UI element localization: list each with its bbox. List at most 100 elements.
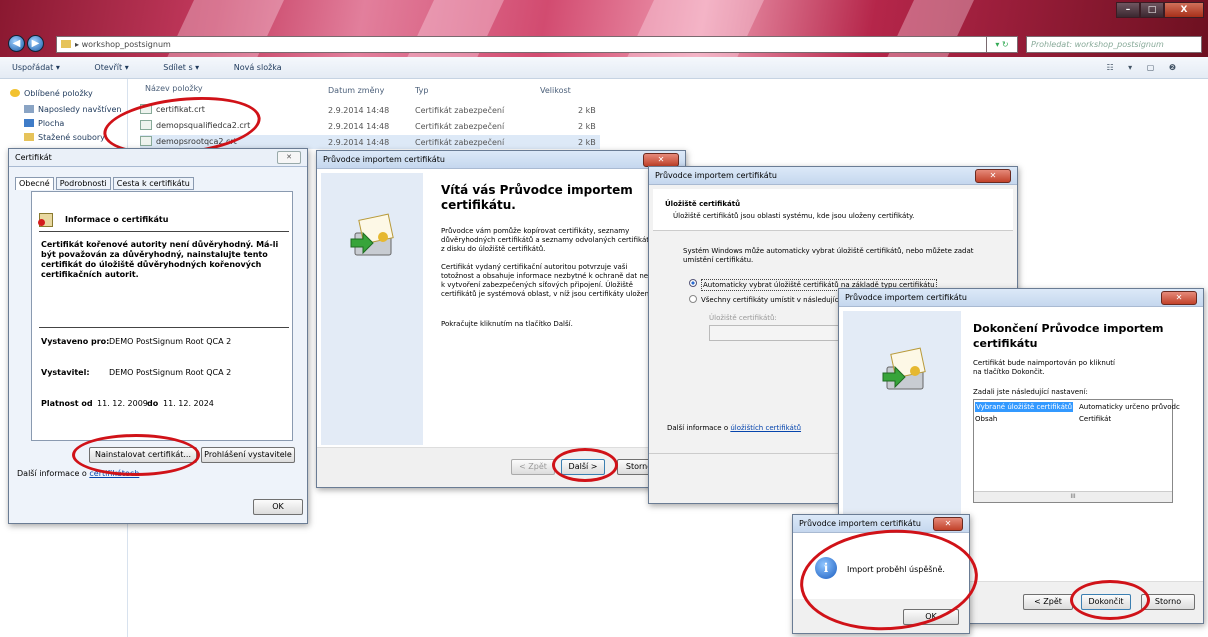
certificate-import-icon [882, 347, 926, 390]
nav-buttons: ◀ ▶ [8, 35, 44, 52]
file-date: 2.9.2014 14:48 [328, 106, 390, 115]
cancel-button[interactable]: Storno [1141, 594, 1195, 610]
dialog-titlebar: Průvodce importem certifikátu ✕ [839, 289, 1203, 307]
settings-key: Vybrané úložiště certifikátů [975, 402, 1074, 412]
refresh-icon[interactable]: ▾ ↻ [986, 36, 1018, 53]
valid-from-value: 11. 12. 2009 [97, 399, 148, 408]
file-size: 2 kB [578, 122, 596, 131]
divider [39, 231, 289, 232]
close-icon[interactable]: ✕ [1161, 291, 1197, 305]
stores-link[interactable]: úložištích certifikátů [730, 424, 801, 432]
address-bar[interactable]: ▸ workshop_postsignum [56, 36, 1016, 53]
back-button[interactable]: < Zpět [511, 459, 555, 475]
ok-button[interactable]: OK [253, 499, 303, 515]
sidebar-item-downloads[interactable]: Stažené soubory [24, 133, 105, 142]
wizard-paragraph-1: Průvodce vám pomůže kopírovat certifikát… [441, 227, 654, 253]
command-toolbar: Uspořádat ▾ Otevřít ▾ Sdílet s ▾ Nová sl… [0, 57, 1208, 79]
dialog-titlebar: Průvodce importem certifikátu ✕ [793, 515, 969, 533]
star-icon [10, 89, 20, 97]
file-size: 2 kB [578, 106, 596, 115]
next-button[interactable]: Další > [561, 459, 605, 475]
issued-to-label: Vystaveno pro: [41, 337, 110, 346]
column-header-date[interactable]: Datum změny [328, 86, 384, 95]
close-window-button[interactable]: X [1164, 2, 1204, 18]
cert-warning-text: Certifikát kořenové autority není důvěry… [41, 240, 279, 279]
close-icon[interactable]: ✕ [643, 153, 679, 167]
open-button[interactable]: Otevřít ▾ [94, 63, 128, 72]
ok-button[interactable]: OK [903, 609, 959, 625]
success-message: Import proběhl úspěšně. [847, 565, 945, 574]
certificate-warning-icon [38, 213, 53, 227]
breadcrumb-path[interactable]: workshop_postsignum [82, 40, 171, 49]
minimize-button[interactable]: – [1116, 2, 1140, 18]
wizard-heading: Vítá vás Průvodce importem certifikátu. [441, 183, 633, 212]
back-arrow-icon[interactable]: ◀ [8, 35, 25, 52]
file-date: 2.9.2014 14:48 [328, 138, 390, 147]
wizard-paragraph-3: Pokračujte kliknutím na tlačítko Další. [441, 320, 573, 328]
import-success-dialog: Průvodce importem certifikátu ✕ i Import … [792, 514, 970, 634]
option-manual-store[interactable]: Všechny certifikáty umístit v následujíc… [701, 295, 840, 305]
close-icon[interactable]: ✕ [933, 517, 963, 531]
store-input[interactable] [709, 325, 849, 341]
install-certificate-button[interactable]: Nainstalovat certifikát... [89, 447, 197, 463]
certificates-link[interactable]: certifikátech [89, 469, 139, 478]
info-icon: i [815, 557, 837, 579]
file-type: Certifikát zabezpečení [415, 138, 505, 147]
wizard-heading: Dokončení Průvodce importem certifikátu [973, 322, 1164, 350]
dialog-titlebar: Průvodce importem certifikátu ✕ [649, 167, 1017, 185]
horizontal-scrollbar[interactable]: III [974, 491, 1172, 502]
tab-details[interactable]: Podrobnosti [55, 177, 111, 190]
certificate-import-icon [350, 213, 394, 256]
dialog-titlebar: Certifikát ✕ [9, 149, 307, 167]
issued-to-value: DEMO PostSignum Root QCA 2 [109, 337, 232, 346]
sidebar-item-favorites[interactable]: Oblíbené položky [10, 89, 93, 98]
organize-button[interactable]: Uspořádat ▾ [12, 63, 60, 72]
view-options-icon[interactable]: ☷ ▾ ▢ ❷ [1106, 57, 1182, 79]
certificate-dialog: Certifikát ✕ Obecné Podrobnosti Cesta k c… [8, 148, 308, 524]
import-wizard-welcome: Průvodce importem certifikátu ✕ Vítá vás … [316, 150, 686, 488]
settings-key: Obsah [975, 415, 998, 423]
recent-icon [24, 105, 34, 113]
sidebar-item-desktop[interactable]: Plocha [24, 119, 64, 128]
certificate-file-icon [140, 104, 152, 114]
new-folder-button[interactable]: Nová složka [234, 63, 282, 72]
certificate-file-icon [140, 136, 152, 146]
breadcrumb-separator: ▸ [75, 40, 80, 49]
search-input[interactable]: Prohledat: workshop_postsignum [1026, 36, 1202, 53]
section-title: Úložiště certifikátů [665, 200, 741, 208]
more-info-text: Další informace o úložištích certifikátů [667, 424, 802, 432]
file-date: 2.9.2014 14:48 [328, 122, 390, 131]
tab-path[interactable]: Cesta k certifikátu [112, 177, 194, 190]
close-icon[interactable]: ✕ [975, 169, 1011, 183]
settings-listbox[interactable] [973, 399, 1173, 503]
forward-arrow-icon[interactable]: ▶ [27, 35, 44, 52]
file-row[interactable]: demopsqualifiedca2.crt [140, 119, 250, 133]
column-header-type[interactable]: Typ [415, 86, 428, 95]
sidebar-item-recent[interactable]: Naposledy navštíven [24, 105, 122, 114]
issuer-label: Vystavitel: [41, 368, 90, 377]
finish-button[interactable]: Dokončit [1081, 594, 1131, 610]
file-row[interactable]: certifikat.crt [140, 103, 205, 117]
share-button[interactable]: Sdílet s ▾ [163, 63, 199, 72]
folder-icon [61, 40, 71, 48]
maximize-button[interactable]: □ [1140, 2, 1164, 18]
cert-tabs: Obecné Podrobnosti Cesta k certifikátu [15, 177, 194, 190]
column-header-name[interactable]: Název položky [145, 84, 203, 93]
store-label: Úložiště certifikátů: [709, 314, 777, 322]
back-button[interactable]: < Zpět [1023, 594, 1073, 610]
close-icon[interactable]: ✕ [277, 151, 301, 164]
wizard-finish-description: Certifikát bude naimportován po kliknutí… [973, 359, 1115, 376]
divider [39, 327, 289, 328]
radio-auto[interactable] [689, 279, 697, 287]
tab-general[interactable]: Obecné [15, 177, 54, 190]
certificate-file-icon [140, 120, 152, 130]
settings-value: Automaticky určeno průvodc [1079, 403, 1180, 411]
issuer-value: DEMO PostSignum Root QCA 2 [109, 368, 232, 377]
validity-from-label: Platnost od [41, 399, 93, 408]
radio-manual[interactable] [689, 295, 697, 303]
issuer-statement-button[interactable]: Prohlášení vystavitele [201, 447, 295, 463]
wizard-paragraph-2: Certifikát vydaný certifikační autoritou… [441, 263, 657, 298]
section-description: Úložiště certifikátů jsou oblasti systém… [673, 212, 915, 220]
window-controls: – □ X [1116, 2, 1204, 18]
column-header-size[interactable]: Velikost [540, 86, 571, 95]
